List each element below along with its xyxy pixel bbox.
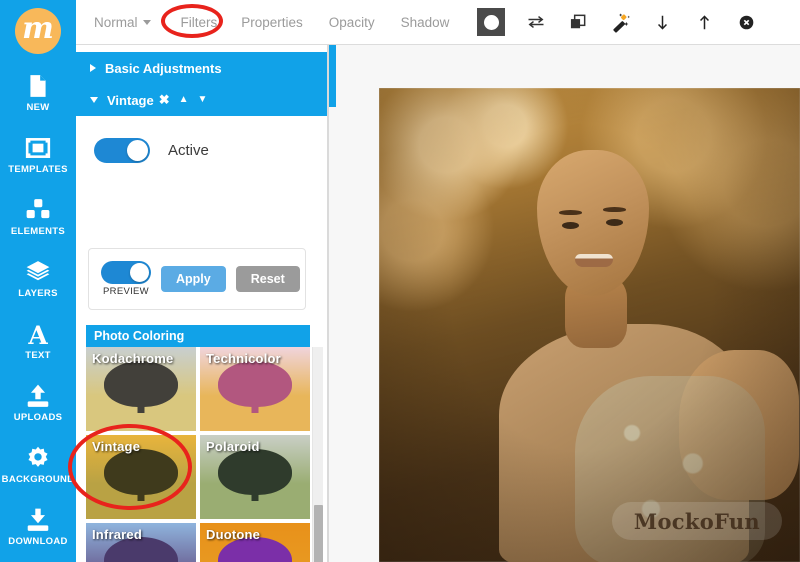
sidebar-label-templates: TEMPLATES [8, 164, 68, 175]
chevron-down-icon [90, 97, 98, 103]
accordion-basic-adjustments[interactable]: Basic Adjustments [76, 52, 327, 84]
app-logo[interactable]: m [0, 0, 76, 62]
remove-filter-icon[interactable]: ✖ [159, 92, 170, 108]
gear-icon [25, 445, 51, 471]
tab-properties[interactable]: Properties [241, 15, 303, 30]
sidebar-item-background[interactable]: BACKGROUND [0, 434, 76, 496]
filter-thumb-label: Technicolor [206, 351, 281, 366]
sidebar-item-templates[interactable]: TEMPLATES [0, 124, 76, 186]
filter-thumb-label: Infrared [92, 527, 143, 542]
sidebar-label-new: NEW [26, 102, 50, 113]
subject-eye-left [562, 222, 579, 229]
tab-shadow[interactable]: Shadow [401, 15, 450, 30]
canvas-area: MockoFun [328, 45, 800, 562]
sidebar-item-elements[interactable]: ELEMENTS [0, 186, 76, 248]
filter-thumb-label: Kodachrome [92, 351, 174, 366]
filter-thumb-label: Duotone [206, 527, 261, 542]
upload-arrow-icon [25, 383, 51, 409]
accordion-vintage-label: Vintage [107, 92, 154, 108]
new-document-icon [25, 73, 51, 99]
filter-thumb-duotone[interactable]: Duotone [200, 523, 310, 562]
left-sidebar: m NEW TEMPLATES ELEMENTS LAYERS A TEXT U… [0, 0, 76, 562]
blend-mode-label: Normal [94, 14, 138, 30]
layers-stack-icon [25, 259, 51, 285]
templates-frame-icon [25, 135, 51, 161]
sidebar-item-uploads[interactable]: UPLOADS [0, 372, 76, 434]
filter-thumb-polaroid[interactable]: Polaroid [200, 435, 310, 519]
filter-thumb-label: Vintage [92, 439, 141, 454]
sidebar-label-text: TEXT [25, 350, 51, 361]
sidebar-label-download: DOWNLOAD [8, 536, 68, 547]
thumb-tree-canopy [218, 361, 292, 408]
tab-filters[interactable]: Filters [181, 15, 218, 30]
logo-letter-m: m [15, 8, 61, 54]
download-arrow-icon [25, 507, 51, 533]
sidebar-label-background: BACKGROUND [1, 474, 75, 485]
active-toggle[interactable] [94, 138, 150, 163]
filter-thumb-infrared[interactable]: Infrared [86, 523, 196, 562]
preview-toggle-label: PREVIEW [103, 286, 149, 297]
svg-text:A: A [27, 321, 48, 347]
thumb-tree-canopy [104, 449, 178, 496]
sidebar-item-download[interactable]: DOWNLOAD [0, 496, 76, 558]
filters-panel: Basic Adjustments Vintage ✖ ▲ ▼ Active P… [76, 45, 328, 562]
chevron-down-icon [142, 19, 151, 25]
sidebar-label-layers: LAYERS [18, 288, 58, 299]
filter-thumbnail-grid: Kodachrome Technicolor Vintage Polaroid Infr… [86, 347, 310, 562]
filter-thumb-kodachrome[interactable]: Kodachrome [86, 347, 196, 431]
blend-mode-dropdown[interactable]: Normal [94, 15, 151, 30]
canvas-photo[interactable]: MockoFun [379, 88, 800, 562]
canvas-scrollbar-indicator[interactable] [329, 45, 336, 107]
sidebar-item-new[interactable]: NEW [0, 62, 76, 124]
reset-button[interactable]: Reset [235, 266, 300, 292]
active-toggle-row: Active [76, 116, 327, 163]
subject-brow-right [603, 207, 626, 212]
chevron-right-icon [90, 64, 96, 72]
filters-group-title: Photo Coloring [86, 325, 310, 347]
sidebar-label-uploads: UPLOADS [13, 412, 63, 423]
accordion-vintage[interactable]: Vintage ✖ ▲ ▼ [76, 84, 327, 116]
sidebar-item-layers[interactable]: LAYERS [0, 248, 76, 310]
magic-wand-icon[interactable] [607, 9, 633, 35]
thumb-tree-canopy [218, 449, 292, 496]
filter-thumb-label: Polaroid [206, 439, 260, 454]
text-letter-a-icon: A [25, 321, 51, 350]
apply-button[interactable]: Apply [161, 266, 226, 292]
watermark-text: MockoFun [633, 508, 760, 534]
elements-blocks-icon [25, 197, 51, 223]
tab-opacity[interactable]: Opacity [329, 15, 375, 30]
filter-thumb-technicolor[interactable]: Technicolor [200, 347, 310, 431]
accordion-basic-label: Basic Adjustments [105, 60, 222, 76]
subject-eye-right [606, 219, 623, 226]
filter-thumb-vintage[interactable]: Vintage [86, 435, 196, 519]
move-up-icon[interactable]: ▲ [179, 95, 189, 105]
arrow-down-icon[interactable] [649, 9, 675, 35]
thumb-tree-canopy [104, 361, 178, 408]
sidebar-item-text[interactable]: A TEXT [0, 310, 76, 372]
blend-swatch-icon[interactable] [477, 8, 506, 36]
preview-toggle[interactable] [101, 261, 151, 284]
active-toggle-label: Active [168, 142, 209, 159]
subject-mouth [575, 254, 613, 267]
duplicate-layer-icon[interactable] [565, 9, 591, 35]
panel-scrollbar[interactable] [312, 347, 323, 562]
apply-controls-card: PREVIEW Apply Reset [88, 248, 306, 310]
delete-circle-icon[interactable] [733, 9, 759, 35]
sidebar-label-elements: ELEMENTS [10, 226, 66, 237]
watermark-badge: MockoFun [611, 502, 782, 540]
top-toolbar: Normal Filters Properties Opacity Shadow [76, 0, 800, 45]
subject-brow-left [559, 210, 582, 215]
arrow-up-icon[interactable] [691, 9, 717, 35]
panel-scrollbar-thumb[interactable] [314, 505, 323, 562]
preview-toggle-group: PREVIEW [101, 261, 151, 297]
move-down-icon[interactable]: ▼ [198, 95, 208, 105]
flip-swap-icon[interactable] [523, 9, 549, 35]
